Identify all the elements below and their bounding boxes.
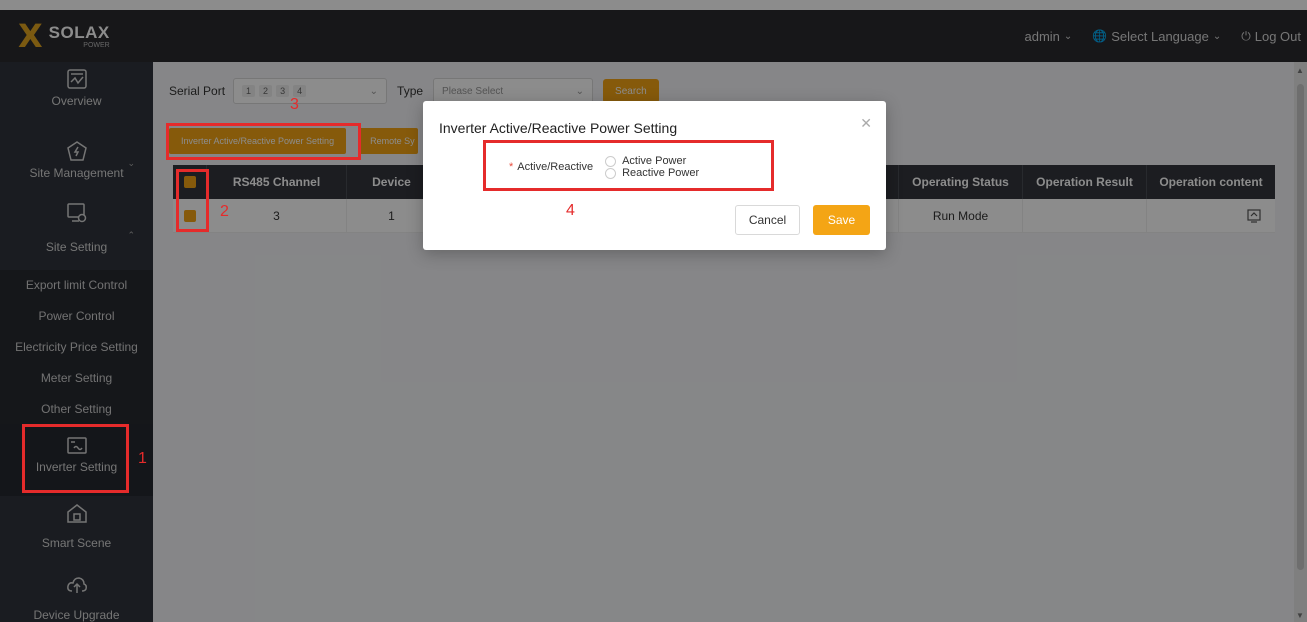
close-icon[interactable]: ✕ xyxy=(860,115,872,132)
app-root: X SOLAX POWER admin ⌄ 🌐 Select Language … xyxy=(0,0,1307,622)
highlight-box-4 xyxy=(483,140,774,191)
dialog-title: Inverter Active/Reactive Power Setting xyxy=(439,120,678,136)
highlight-box-2 xyxy=(176,169,209,232)
cancel-button[interactable]: Cancel xyxy=(735,205,800,235)
highlight-box-1 xyxy=(22,424,129,493)
annotation-number-2: 2 xyxy=(220,203,229,220)
annotation-number-3: 3 xyxy=(290,96,299,113)
annotation-number-4: 4 xyxy=(566,202,575,219)
dialog-buttons: Cancel Save xyxy=(735,205,870,235)
save-button[interactable]: Save xyxy=(813,205,870,235)
annotation-number-1: 1 xyxy=(138,450,147,467)
modal-overlay[interactable] xyxy=(0,0,1307,622)
highlight-box-3 xyxy=(166,123,361,160)
